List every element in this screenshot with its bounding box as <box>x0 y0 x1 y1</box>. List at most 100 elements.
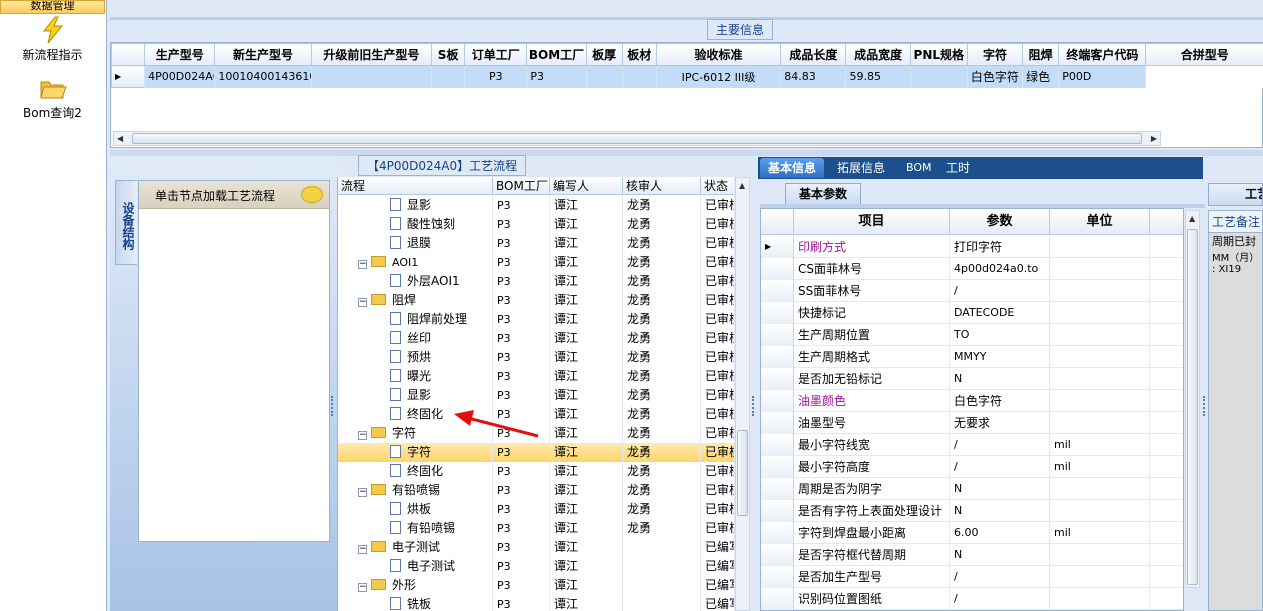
cell[interactable]: P3 <box>526 65 587 88</box>
column-header[interactable]: 编写人 <box>550 177 623 195</box>
param-value[interactable]: / <box>950 588 1050 610</box>
cell[interactable]: IPC-6012 III级 <box>656 65 782 88</box>
tab-extended-info[interactable]: 拓展信息 <box>829 158 893 178</box>
column-header[interactable]: BOM工厂 <box>526 43 587 66</box>
tree-node[interactable]: 阻焊前处理 P3谭江龙勇已审核 <box>338 310 734 329</box>
column-header[interactable]: 状态 <box>701 177 734 195</box>
param-value[interactable]: MMYY <box>950 346 1050 368</box>
tab-device-structure[interactable]: 设备结构 <box>115 180 137 265</box>
collapse-toggle-icon[interactable]: − <box>358 545 367 554</box>
tree-node[interactable]: 铣板 P3谭江 已编写 <box>338 595 734 611</box>
tree-node[interactable]: 烘板 P3谭江龙勇已审核 <box>338 500 734 519</box>
horizontal-splitter[interactable] <box>110 150 1263 156</box>
nav-header[interactable]: 数据管理 <box>0 0 105 14</box>
param-row[interactable]: 字符到焊盘最小距离 6.00 mil <box>761 522 1183 544</box>
column-header[interactable]: 单位 <box>1050 209 1150 235</box>
device-tree[interactable]: 单击节点加载工艺流程 <box>138 180 330 542</box>
param-row[interactable]: 生产周期位置 TO <box>761 324 1183 346</box>
param-row[interactable]: 生产周期格式 MMYY <box>761 346 1183 368</box>
tree-node[interactable]: 终固化 P3谭江龙勇已审核 <box>338 462 734 481</box>
cell[interactable]: 59.85 <box>845 65 911 88</box>
cell[interactable]: P3 <box>464 65 528 88</box>
param-row[interactable]: 油墨颜色 白色字符 <box>761 390 1183 412</box>
process-vscroll[interactable]: ▲ <box>735 177 750 611</box>
param-value[interactable]: 打印字符 <box>950 236 1050 258</box>
tree-node[interactable]: 退膜 P3谭江龙勇已审核 <box>338 234 734 253</box>
tab-work-hours[interactable]: 工时 <box>938 158 978 178</box>
tree-node[interactable]: 丝印 P3谭江龙勇已审核 <box>338 329 734 348</box>
tab-bom[interactable]: BOM <box>898 158 940 178</box>
tab-process-notes[interactable]: 工艺备注 <box>1208 183 1263 206</box>
column-header[interactable]: S板 <box>431 43 466 66</box>
tree-node[interactable]: 曝光 P3谭江龙勇已审核 <box>338 367 734 386</box>
column-header[interactable]: 阻焊 <box>1022 43 1060 66</box>
column-header[interactable]: 核审人 <box>623 177 701 195</box>
column-header[interactable]: 升级前旧生产型号 <box>310 43 433 66</box>
param-row[interactable]: 最小字符线宽 / mil <box>761 434 1183 456</box>
column-header[interactable]: 板厚 <box>585 43 623 66</box>
param-row[interactable]: 是否加无铅标记 N <box>761 368 1183 390</box>
cell[interactable]: 4P00D024A0 <box>144 65 216 88</box>
param-value[interactable]: N <box>950 478 1050 500</box>
param-value[interactable]: 6.00 <box>950 522 1050 544</box>
param-value[interactable]: / <box>950 566 1050 588</box>
param-row[interactable]: 是否有字符上表面处理设计 N <box>761 500 1183 522</box>
tree-node[interactable]: 显影 P3谭江龙勇已审核 <box>338 196 734 215</box>
collapse-toggle-icon[interactable]: − <box>358 488 367 497</box>
param-value[interactable]: 无要求 <box>950 412 1050 434</box>
process-tree-grid[interactable]: 流程 BOM工厂 编写人 核审人 状态 显影P3谭江龙勇已审核酸性蚀刻P3谭江龙… <box>337 177 734 611</box>
collapse-toggle-icon[interactable]: − <box>358 583 367 592</box>
cell[interactable] <box>910 65 968 88</box>
cell[interactable]: 10010400143610 <box>214 65 312 88</box>
column-header[interactable]: 成品宽度 <box>845 43 911 66</box>
column-header[interactable]: 字符 <box>966 43 1024 66</box>
cell[interactable]: 绿色 <box>1022 65 1060 88</box>
nav-item-new-process[interactable]: 新流程指示 <box>0 16 105 63</box>
param-row[interactable]: 周期是否为阴字 N <box>761 478 1183 500</box>
tree-node[interactable]: − 外形 P3谭江 已编写 <box>338 576 734 595</box>
tree-node[interactable]: − 阻焊 P3谭江龙勇已审核 <box>338 291 734 310</box>
param-value[interactable]: N <box>950 544 1050 566</box>
param-row[interactable]: 识别码位置图纸 / <box>761 588 1183 610</box>
param-row[interactable]: 是否字符框代替周期 N <box>761 544 1183 566</box>
tree-node[interactable]: − 电子测试 P3谭江 已编写 <box>338 538 734 557</box>
params-grid[interactable]: 项目 参数 单位 ▶ 印刷方式 打印字符 CS面菲林号 4p00d024a0.to SS面… <box>760 208 1184 611</box>
cell[interactable] <box>311 65 433 88</box>
cell[interactable] <box>622 65 657 88</box>
cell[interactable] <box>586 65 623 88</box>
main-info-hscroll[interactable]: ◀ ▶ <box>113 131 1161 146</box>
column-header[interactable]: 成品长度 <box>780 43 847 66</box>
column-header[interactable]: 板材 <box>621 43 657 66</box>
collapse-toggle-icon[interactable]: − <box>358 298 367 307</box>
tree-node[interactable]: 有铅喷锡 P3谭江龙勇已审核 <box>338 519 734 538</box>
nav-item-bom-query[interactable]: Bom查询2 <box>0 74 105 121</box>
tree-node[interactable]: 字符 P3谭江龙勇已审核 <box>338 443 734 462</box>
notes-panel[interactable]: 工艺备注 周期已封 MM（月） : XI19 <box>1208 210 1263 611</box>
scroll-thumb[interactable] <box>737 430 748 516</box>
column-header[interactable]: 验收标准 <box>655 43 782 66</box>
column-header[interactable]: 流程 <box>338 177 493 195</box>
param-row[interactable]: SS面菲林号 / <box>761 280 1183 302</box>
param-row[interactable]: 最小字符高度 / mil <box>761 456 1183 478</box>
param-value[interactable]: TO <box>950 324 1050 346</box>
param-row[interactable]: CS面菲林号 4p00d024a0.to <box>761 258 1183 280</box>
tree-node[interactable]: 酸性蚀刻 P3谭江龙勇已审核 <box>338 215 734 234</box>
scroll-up-icon[interactable]: ▲ <box>1189 214 1195 223</box>
param-value[interactable]: / <box>950 434 1050 456</box>
column-header[interactable]: 合拼型号 <box>1145 43 1263 66</box>
cell[interactable]: 白色字符 <box>967 65 1024 88</box>
tree-node[interactable]: 预烘 P3谭江龙勇已审核 <box>338 348 734 367</box>
param-value[interactable]: 4p00d024a0.to <box>950 258 1050 280</box>
column-header[interactable]: 新生产型号 <box>214 43 312 66</box>
param-row[interactable]: 快捷标记 DATECODE <box>761 302 1183 324</box>
column-header[interactable]: 订单工厂 <box>464 43 528 66</box>
scroll-thumb[interactable] <box>132 133 1142 144</box>
table-row[interactable]: ▶ 4P00D024A0 10010400143610 P3 P3 IPC-60… <box>110 65 1263 88</box>
cell[interactable]: P00D <box>1058 65 1147 88</box>
cell[interactable] <box>1145 65 1263 88</box>
column-header[interactable]: 项目 <box>794 209 950 235</box>
splitter-handle[interactable] <box>331 396 336 416</box>
cell[interactable] <box>431 65 466 88</box>
cell[interactable]: 84.83 <box>780 65 847 88</box>
column-header[interactable]: PNL规格 <box>909 43 968 66</box>
